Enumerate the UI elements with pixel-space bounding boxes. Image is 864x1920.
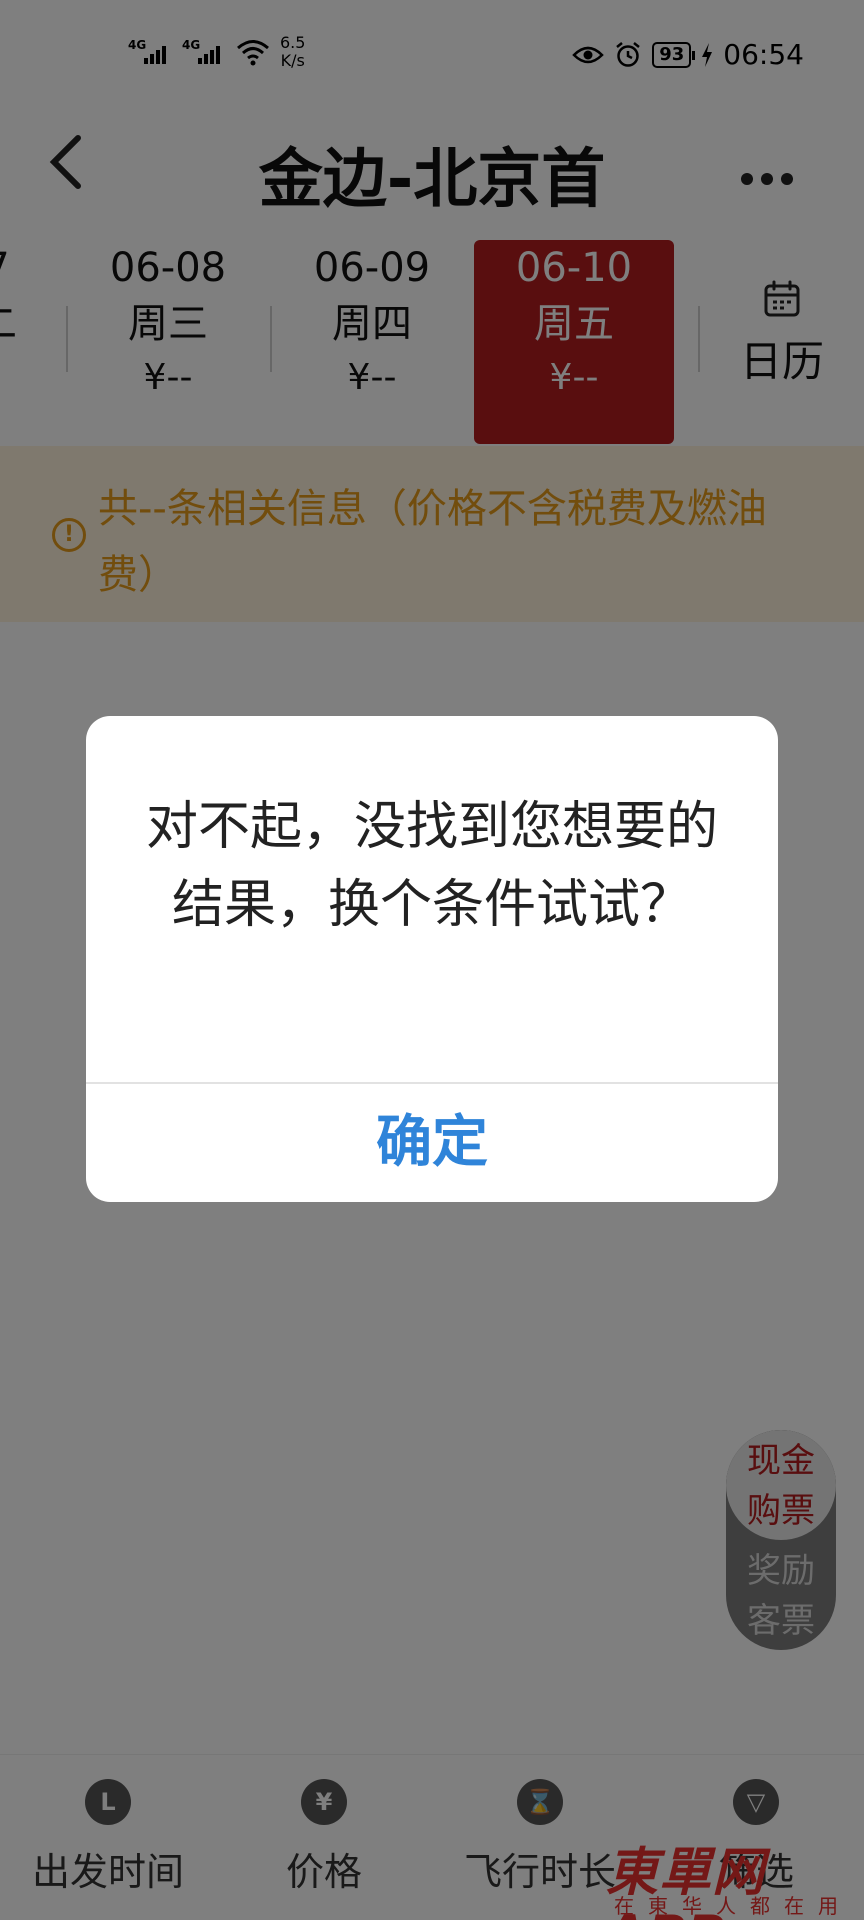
screen: 4G 4G 6.5 K/s xyxy=(0,0,864,1920)
confirm-button[interactable]: 确定 xyxy=(86,1084,778,1202)
alert-dialog: 对不起，没找到您想要的结果，换个条件试试？ 确定 xyxy=(86,716,778,1202)
dialog-message: 对不起，没找到您想要的结果，换个条件试试？ xyxy=(145,797,718,935)
modal-overlay[interactable]: 对不起，没找到您想要的结果，换个条件试试？ 确定 xyxy=(0,0,864,1920)
